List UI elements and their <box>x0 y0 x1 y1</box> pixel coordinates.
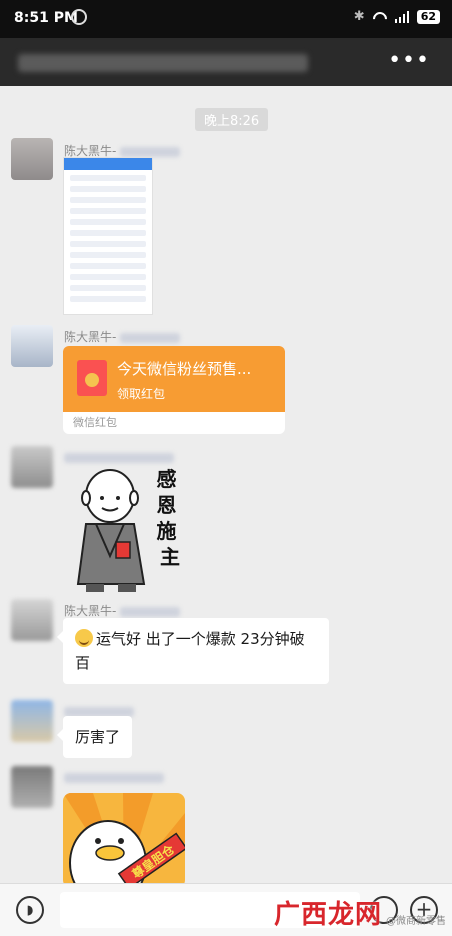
sticker-char: 恩 <box>157 493 177 517</box>
red-packet-title: 今天微信粉丝预售... <box>117 360 252 378</box>
svg-text:感 恩 施: 感 恩 施 主 <box>157 467 184 569</box>
battery-indicator: 62 <box>416 9 440 24</box>
sync-icon <box>71 9 87 25</box>
watermark: 广西龙网 @微商新零售 <box>274 894 446 931</box>
wifi-icon <box>373 12 387 22</box>
red-envelope-icon <box>77 360 107 396</box>
watermark-brand: 广西龙网 <box>273 900 382 930</box>
status-time: 8:51 PM <box>14 10 78 26</box>
red-packet-footer: 微信红包 <box>73 416 117 429</box>
sticker-char: 施 <box>157 519 177 543</box>
status-indicators: ✱ 62 <box>354 9 440 24</box>
signal-icon <box>394 10 409 23</box>
avatar[interactable] <box>11 138 53 180</box>
sticker-char: 感 <box>157 467 177 491</box>
bluetooth-icon: ✱ <box>353 9 365 24</box>
red-packet-action: 领取红包 <box>117 387 166 401</box>
avatar[interactable] <box>11 700 53 742</box>
sender-name-blurred <box>64 770 164 784</box>
chat-title-blurred <box>18 54 308 72</box>
watermark-sub: @微商新零售 <box>386 916 446 927</box>
sender-name: 陈大黑牛- <box>64 328 181 345</box>
duck-sticker[interactable]: 尊皇胆仓 <box>63 793 185 883</box>
red-packet-card[interactable]: 今天微信粉丝预售... 领取红包 微信红包 <box>63 346 285 434</box>
message-bubble[interactable]: 运气好 出了一个爆款 23分钟破百 <box>57 618 329 684</box>
avatar[interactable] <box>11 599 53 641</box>
message-bubble[interactable]: 厉害了 <box>56 716 133 758</box>
more-options-icon[interactable]: ••• <box>388 50 430 72</box>
status-bar: 8:51 PM ✱ 62 <box>0 0 452 38</box>
chat-title-bar: ••• <box>0 38 452 86</box>
shared-screenshot-image[interactable] <box>63 157 153 315</box>
monk-sticker[interactable]: 感 恩 施 主 <box>72 466 187 596</box>
avatar[interactable] <box>11 766 53 808</box>
sender-name: 陈大黑牛- <box>64 602 181 619</box>
avatar[interactable] <box>11 446 53 488</box>
grinning-emoji-icon <box>75 629 93 647</box>
sticker-char: 主 <box>160 545 180 569</box>
message-timestamp: 晚上8:26 <box>195 108 269 131</box>
voice-input-button[interactable]: ◗ <box>16 896 44 924</box>
chat-area[interactable]: 晚上8:26 陈大黑牛- 陈大黑牛- 今天微信粉丝预售... 领取红包 微信红包 <box>0 86 452 883</box>
sender-name-blurred <box>64 450 174 464</box>
avatar[interactable] <box>11 325 53 367</box>
